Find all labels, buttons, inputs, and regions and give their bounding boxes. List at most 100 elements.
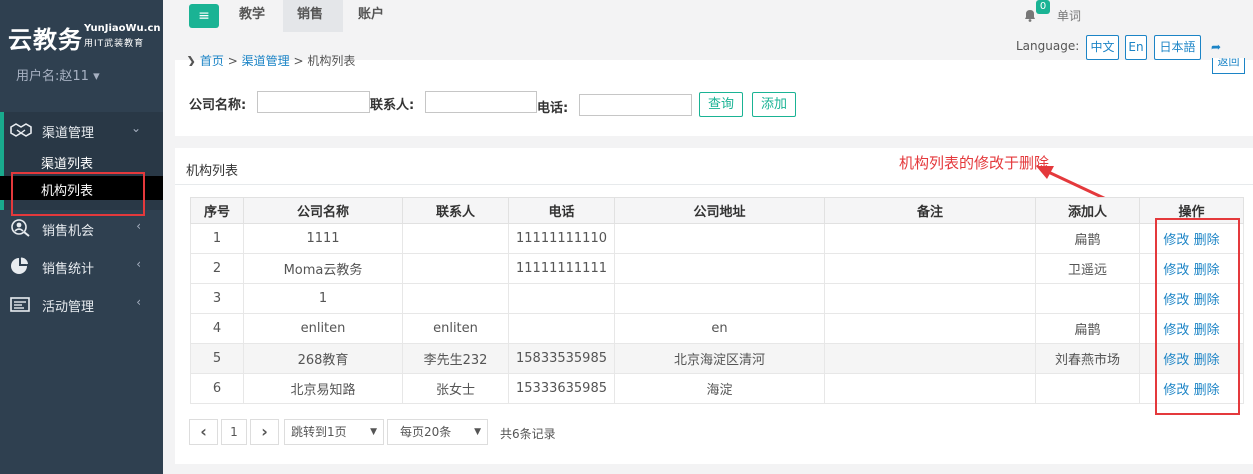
table-header-row: 序号 公司名称 联系人 电话 公司地址 备注 添加人 操作 — [190, 197, 1244, 224]
tab-account[interactable]: 账户 — [344, 0, 398, 32]
table-cell — [824, 373, 1036, 404]
table-cell — [402, 283, 509, 314]
chevron-left-icon: ‹ — [136, 295, 141, 309]
table-cell — [402, 223, 509, 254]
table-header-cell: 电话 — [508, 197, 615, 224]
lang-en-button[interactable]: En — [1125, 35, 1147, 60]
jump-page-select[interactable]: 跳转到1页 ▼ — [284, 419, 384, 445]
table-cell: enliten — [243, 313, 403, 344]
table-cell: 李先生232 — [402, 343, 509, 374]
pie-chart-icon — [11, 257, 28, 274]
table-row: 5 268教育 李先生232 15833535985 北京海淀区清河 刘春燕市场 修改 删除 — [190, 343, 1244, 374]
table-cell: 1 — [243, 283, 403, 314]
table-cell — [508, 313, 615, 344]
chevron-left-icon: ‹ — [136, 257, 141, 271]
bell-icon[interactable] — [1023, 8, 1037, 22]
table-cell: 2 — [190, 253, 244, 284]
list-title: 机构列表 — [186, 164, 239, 179]
table-cell: 11111111110 — [508, 223, 615, 254]
table-cell: en — [614, 313, 825, 344]
table-cell — [824, 343, 1036, 374]
table-cell: 北京易知路 — [243, 373, 403, 404]
contact-input[interactable] — [425, 91, 537, 113]
user-search-icon — [11, 219, 30, 237]
chevron-down-icon: ⌄ — [130, 121, 141, 135]
sidebar-item-channel[interactable]: 渠道管理 ⌄ — [0, 113, 163, 147]
table-cell: 刘春燕市场 — [1035, 343, 1140, 374]
sidebar-item-label: 活动管理 — [42, 300, 95, 315]
next-page-button[interactable]: › — [250, 419, 279, 445]
table-cell: 268教育 — [243, 343, 403, 374]
activity-icon — [10, 297, 30, 312]
company-name-input[interactable] — [257, 91, 370, 113]
table-header-cell: 公司地址 — [614, 197, 825, 224]
org-table: 序号 公司名称 联系人 电话 公司地址 备注 添加人 操作 1 1111 11111… — [190, 197, 1244, 404]
logout-icon[interactable]: ➦ — [1211, 40, 1221, 54]
table-cell: 6 — [190, 373, 244, 404]
sidebar-subitem-label: 渠道列表 — [41, 157, 94, 172]
breadcrumb-home-link[interactable]: 首页 — [200, 54, 224, 66]
breadcrumb-current: 机构列表 — [307, 54, 356, 66]
table-header-cell: 联系人 — [402, 197, 509, 224]
table-cell — [508, 283, 615, 314]
tab-teaching[interactable]: 教学 — [225, 0, 279, 32]
company-name-label: 公司名称: — [189, 98, 247, 113]
sidebar-item-sales-opportunity[interactable]: 销售机会 ‹ — [0, 211, 163, 245]
table-cell: 3 — [190, 283, 244, 314]
jump-page-value: 跳转到1页 — [291, 425, 347, 439]
table-cell: 卫遥远 — [1035, 253, 1140, 284]
top-navbar: ≡ 教学 销售 账户 0 单词 Language: 中文 En 日本語 ➦ — [163, 0, 1253, 60]
back-button[interactable]: 返回 — [1212, 58, 1245, 74]
phone-input[interactable] — [579, 94, 692, 116]
query-button[interactable]: 查询 — [699, 92, 743, 117]
table-cell — [824, 283, 1036, 314]
table-cell: 北京海淀区清河 — [614, 343, 825, 374]
sidebar-item-label: 销售统计 — [42, 262, 95, 277]
table-cell: 4 — [190, 313, 244, 344]
table-cell: 5 — [190, 343, 244, 374]
contact-label: 联系人: — [370, 98, 415, 113]
phone-label: 电话: — [537, 101, 569, 116]
lang-zh-button[interactable]: 中文 — [1086, 35, 1119, 60]
table-cell — [824, 313, 1036, 344]
sidebar-subitem-channel-list[interactable]: 渠道列表 — [0, 149, 163, 173]
caret-down-icon: ▼ — [474, 427, 481, 437]
table-cell: 1 — [190, 223, 244, 254]
prev-page-button[interactable]: ‹ — [189, 419, 218, 445]
highlight-box-sidebar — [11, 172, 145, 216]
hamburger-icon: ≡ — [198, 8, 210, 24]
per-page-select[interactable]: 每页20条 ▼ — [387, 419, 488, 445]
page-number-button[interactable]: 1 — [221, 419, 247, 445]
language-label: Language: — [1016, 39, 1080, 53]
user-name: 用户名:赵11 — [16, 69, 89, 84]
sidebar: 云教务 YunJiaoWu.cn 用IT武装教育 用户名:赵11 ▾ 渠道管理 … — [0, 0, 163, 474]
word-link[interactable]: 单词 — [1057, 7, 1081, 24]
total-records: 共6条记录 — [500, 427, 556, 441]
table-cell — [614, 283, 825, 314]
caret-down-icon: ▾ — [88, 69, 100, 84]
menu-toggle-button[interactable]: ≡ — [189, 4, 219, 28]
table-cell — [1035, 283, 1140, 314]
lang-ja-button[interactable]: 日本語 — [1154, 35, 1201, 60]
table-cell — [614, 253, 825, 284]
logo: 云教务 YunJiaoWu.cn 用IT武装教育 — [8, 18, 161, 58]
logo-domain-text: YunJiaoWu.cn — [84, 23, 161, 34]
sidebar-item-activity[interactable]: 活动管理 ‹ — [0, 287, 163, 321]
logo-slogan-text: 用IT武装教育 — [84, 39, 145, 49]
sidebar-item-sales-stats[interactable]: 销售统计 ‹ — [0, 249, 163, 283]
sidebar-item-channel-label: 渠道管理 — [42, 126, 95, 141]
user-dropdown[interactable]: 用户名:赵11 ▾ — [16, 65, 100, 84]
table-row: 6 北京易知路 张女士 15333635985 海淀 修改 删除 — [190, 373, 1244, 404]
logo-main-text: 云教务 — [8, 26, 83, 54]
breadcrumb-separator: > — [293, 54, 304, 66]
table-cell: enliten — [402, 313, 509, 344]
table-cell: 11111111111 — [508, 253, 615, 284]
add-button[interactable]: 添加 — [752, 92, 796, 117]
table-cell: 15833535985 — [508, 343, 615, 374]
table-row: 2 Moma云教务 11111111111 卫遥远 修改 删除 — [190, 253, 1244, 284]
breadcrumb-channel-link[interactable]: 渠道管理 — [242, 54, 290, 66]
table-row: 3 1 修改 删除 — [190, 283, 1244, 314]
table-header-cell: 公司名称 — [243, 197, 403, 224]
tab-sales[interactable]: 销售 — [283, 0, 343, 32]
table-cell — [824, 223, 1036, 254]
